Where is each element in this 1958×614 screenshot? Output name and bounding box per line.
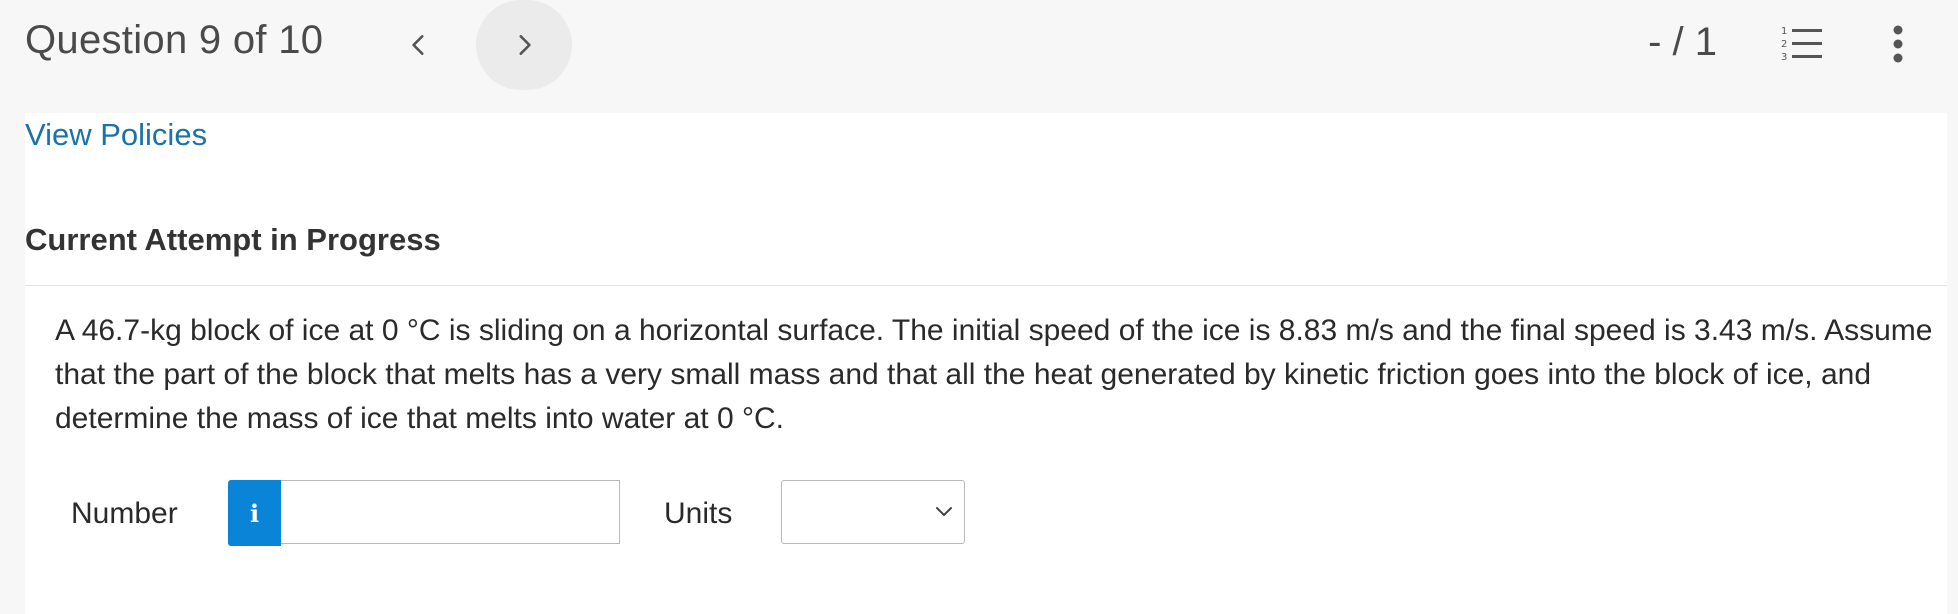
score-display: - / 1 [1648,20,1717,64]
number-input[interactable] [281,480,620,544]
info-button[interactable]: i [228,480,281,546]
info-icon: i [249,498,260,528]
list-number-2: 2 [1781,39,1787,50]
units-label: Units [664,497,733,530]
question-counter: Question 9 of 10 [25,18,324,62]
vertical-ellipsis-icon[interactable] [1880,22,1916,66]
attempt-heading: Current Attempt in Progress [25,222,441,257]
number-label: Number [71,497,178,530]
previous-question-button[interactable] [371,0,467,90]
question-text: A 46.7-kg block of ice at 0 °C is slidin… [55,314,1933,435]
chevron-right-icon [519,35,531,55]
divider [25,285,1947,286]
units-dropdown[interactable] [781,480,965,544]
chevron-left-icon [412,35,424,55]
question-panel: View Policies Current Attempt in Progres… [25,113,1947,614]
list-number-3: 3 [1781,52,1787,63]
next-question-button[interactable] [476,0,572,90]
top-bar: Question 9 of 10 - / 1 1 2 3 [0,0,1958,113]
view-policies-link[interactable]: View Policies [25,117,207,153]
list-number-1: 1 [1781,26,1787,37]
numbered-list-icon[interactable]: 1 2 3 [1780,24,1824,64]
chevron-down-icon [936,507,952,516]
answer-row: Number i Units [25,480,1025,548]
